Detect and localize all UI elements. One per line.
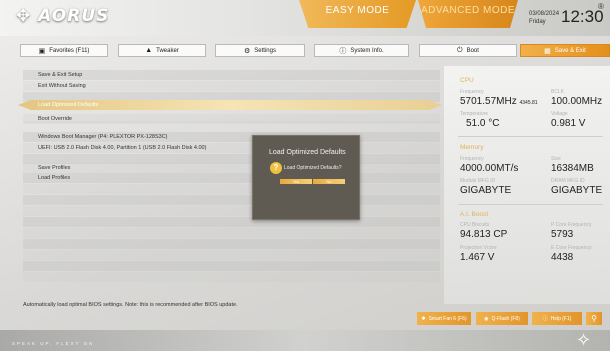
star-folder-icon: ▣ [38, 47, 46, 55]
tab-favorites[interactable]: ▣ Favorites (F11) [20, 44, 108, 57]
advanced-mode-tab[interactable]: ADVANCED MODE [418, 0, 518, 28]
ecore-freq-value: 4438 [551, 252, 574, 263]
ecore-freq-label: E Core Frequency [551, 245, 592, 251]
logo-wing-icon: ✥ [16, 6, 32, 26]
menu-spacer-row [23, 184, 440, 194]
question-icon: ? [270, 162, 282, 174]
voltage-value: 0.981 V [551, 118, 586, 129]
easy-mode-tab[interactable]: EASY MODE [299, 0, 416, 28]
ai-boost-section-title: A.I. Boost [460, 211, 489, 218]
menu-item-boot-manager[interactable]: Windows Boot Manager (P4: PLEXTOR PX-128… [23, 132, 440, 142]
dialog-title: Load Optimized Defaults [269, 149, 346, 156]
menu-spacer-row [23, 195, 440, 205]
help-button[interactable]: ⓘ Help (F1) [532, 312, 582, 325]
tab-settings[interactable]: ⚙ Settings [215, 44, 305, 57]
dialog-yes-button[interactable]: Yes [280, 179, 312, 184]
pcore-freq-label: P Core Frequency [551, 222, 592, 228]
dialog-message: Load Optimized Defaults? [284, 165, 342, 171]
smart-fan-button[interactable]: ✱ Smart Fan 6 (F6) [417, 312, 471, 325]
footer-bar: SPEAK UP. FLEXT ON [0, 330, 610, 351]
voltage-label: Voltage [551, 111, 568, 117]
info-icon: ⓘ [339, 47, 347, 55]
menu-item-load-profiles[interactable]: Load Profiles [23, 173, 440, 183]
cpu-temp-label: Temperature [460, 111, 489, 117]
day-text: Friday [529, 19, 546, 25]
cpu-freq-sub: 4345.81 [519, 100, 538, 106]
bclk-value: 100.00MHz [551, 96, 603, 107]
tab-save-exit[interactable]: ▦ Save & Exit [520, 44, 610, 57]
load-defaults-dialog: Load Optimized Defaults ? Load Optimized… [252, 135, 360, 220]
footer-slogan: SPEAK UP. FLEXT ON [12, 341, 95, 346]
qflash-button[interactable]: ◉ Q-Flash (F8) [476, 312, 528, 325]
pcore-freq-value: 5793 [551, 229, 574, 240]
info-divider [458, 204, 603, 205]
cpu-temp-value: 51.0 °C [466, 118, 500, 129]
menu-spacer-row [23, 217, 440, 227]
aorus-logo: ✥ AORUS [16, 6, 110, 26]
mem-size-value: 16384MB [551, 163, 594, 174]
save-exit-icon: ▦ [544, 47, 551, 55]
power-icon: ⏻ [457, 46, 463, 54]
info-divider [458, 136, 603, 137]
menu-spacer-row [23, 228, 440, 238]
menu-spacer-row [23, 250, 440, 260]
dialog-no-button[interactable]: No [313, 179, 345, 184]
menu-item-exit-without-saving[interactable]: Exit Without Saving [23, 81, 440, 91]
corner-brand-icon: ✧ [576, 330, 592, 350]
gear-icon: ⚙ [244, 47, 251, 55]
menu-spacer-row [23, 261, 440, 271]
menu-spacer-row [23, 272, 440, 282]
help-description: Automatically load optimal BIOS settings… [23, 302, 238, 308]
menu-item-save-profiles[interactable]: Save Profiles [23, 163, 440, 173]
module-mfg-value: GIGABYTE [460, 185, 512, 196]
cpu-biscuits-label: CPU Biscuits [460, 222, 490, 228]
cpu-biscuits-value: 94.813 CP [460, 229, 508, 240]
cpu-section-title: CPU [460, 77, 474, 84]
date-text: 03/08/2024 [529, 11, 560, 17]
menu-divider [23, 121, 440, 123]
menu-item-save-exit-setup[interactable]: Save & Exit Setup [23, 70, 440, 80]
tab-system-info[interactable]: ⓘ System Info. [314, 44, 409, 57]
dram-mfg-value: GIGABYTE [551, 185, 603, 196]
cpu-freq-value: 5701.57MHz 4345.81 [460, 96, 538, 107]
menu-item-load-optimized-defaults[interactable]: Load Optimized Defaults [18, 100, 442, 110]
search-icon: ⚲ [591, 314, 597, 323]
dram-mfg-label: DRAM MFG ID [551, 178, 585, 184]
tab-tweaker[interactable]: ▲ Tweaker [118, 44, 206, 57]
mem-size-label: Size [551, 156, 561, 162]
fan-icon: ✱ [421, 315, 426, 322]
mem-freq-label: Frequency [460, 156, 484, 162]
mem-freq-value: 4000.00MT/s [460, 163, 519, 174]
menu-spacer-row [23, 206, 440, 216]
car-icon: ▲ [145, 47, 153, 54]
memory-section-title: Memory [460, 144, 484, 151]
projection-vcore-label: Projection Vcore [460, 245, 497, 251]
qflash-icon: ◉ [484, 315, 489, 322]
search-button[interactable]: ⚲ [586, 312, 602, 325]
help-icon: ⓘ [542, 316, 548, 322]
tab-boot[interactable]: ⏻ Boot [419, 44, 517, 57]
menu-item-uefi-usb[interactable]: UEFI: USB 2.0 Flash Disk 4.00, Partition… [23, 143, 440, 153]
registered-mark: ® [598, 2, 604, 11]
top-header: ✥ AORUS EASY MODE ADVANCED MODE 03/08/20… [0, 0, 610, 36]
projection-vcore-value: 1.467 V [460, 252, 495, 263]
module-mfg-label: Module MFG ID [460, 178, 496, 184]
bclk-label: BCLK [551, 89, 565, 95]
cpu-freq-label: Frequency [460, 89, 484, 95]
date-display: 03/08/2024 Friday [529, 10, 559, 26]
menu-spacer-row [23, 239, 440, 249]
cpu-freq-number: 5701.57MHz [460, 96, 517, 107]
